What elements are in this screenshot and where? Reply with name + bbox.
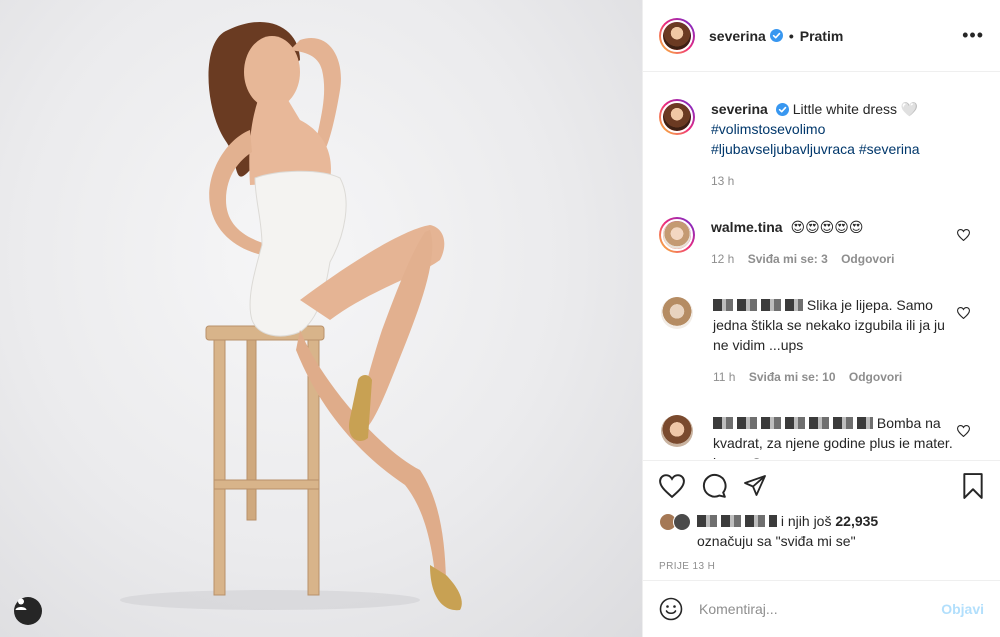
more-icon[interactable]: ••• bbox=[962, 25, 984, 46]
comment-avatar[interactable] bbox=[661, 415, 693, 447]
likes-summary: i njih još 22,935 označuju sa "sviđa mi … bbox=[659, 511, 984, 551]
comment-composer: Objavi bbox=[643, 580, 1000, 637]
caption: severina Little white dress 🤍 #volimstos… bbox=[659, 99, 984, 191]
caption-avatar[interactable] bbox=[659, 99, 695, 135]
post-header: severina • Pratim ••• bbox=[643, 0, 1000, 72]
share-icon[interactable] bbox=[743, 474, 767, 498]
comment-age[interactable]: 12 h bbox=[711, 252, 734, 266]
verified-badge-icon bbox=[769, 29, 783, 42]
author-avatar[interactable] bbox=[659, 17, 695, 54]
comment-item: Slika je lijepa. Samo jedna štikla se ne… bbox=[659, 295, 984, 387]
verified-badge-icon bbox=[775, 103, 789, 116]
hashtag[interactable]: #volimstosevolimo bbox=[711, 121, 825, 137]
comment-avatar[interactable] bbox=[661, 297, 693, 329]
user-tag-icon[interactable] bbox=[14, 597, 42, 625]
hashtag[interactable]: #ljubavseljubavljuvraca bbox=[711, 141, 855, 157]
author-username[interactable]: severina bbox=[709, 28, 766, 44]
caption-age[interactable]: 13 h bbox=[711, 174, 734, 188]
heart-icon[interactable] bbox=[957, 229, 970, 241]
reply-button[interactable]: Odgovori bbox=[841, 252, 894, 266]
hashtag[interactable]: #severina bbox=[859, 141, 920, 157]
caption-meta: 13 h bbox=[711, 171, 951, 191]
likes-line: označuju sa "sviđa mi se" bbox=[697, 533, 856, 549]
comment-meta: 12 h Sviđa mi se: 3 Odgovori bbox=[711, 249, 951, 269]
likes-count[interactable]: 22,935 bbox=[835, 513, 878, 529]
caption-text: Little white dress 🤍 bbox=[792, 101, 919, 117]
post-image[interactable] bbox=[0, 0, 642, 637]
caption-username[interactable]: severina bbox=[711, 101, 768, 117]
bookmark-icon[interactable] bbox=[962, 473, 984, 499]
redacted-username bbox=[713, 299, 803, 311]
heart-icon[interactable] bbox=[957, 307, 970, 319]
redacted-username bbox=[713, 417, 873, 429]
post-actions: i njih još 22,935 označuju sa "sviđa mi … bbox=[643, 460, 1000, 572]
post-details-panel: severina • Pratim ••• severina Little wh… bbox=[642, 0, 1000, 637]
heart-icon[interactable] bbox=[957, 425, 970, 437]
post-photo-illustration bbox=[120, 21, 462, 611]
post-comment-button[interactable]: Objavi bbox=[941, 601, 984, 617]
comments-list[interactable]: severina Little white dress 🤍 #volimstos… bbox=[643, 73, 1000, 459]
comment-avatar[interactable] bbox=[659, 217, 695, 253]
action-bar bbox=[659, 469, 984, 503]
separator-dot: • bbox=[788, 27, 794, 44]
heart-icon[interactable] bbox=[659, 474, 685, 498]
comment-item: walme.tina 😍😍😍😍😍 12 h Sviđa mi se: 3 Odg… bbox=[659, 217, 984, 269]
comment-text: 😍😍😍😍😍 bbox=[790, 219, 864, 235]
comment-like-count[interactable]: Sviđa mi se: 10 bbox=[749, 370, 836, 384]
comment-input[interactable] bbox=[699, 601, 942, 617]
emoji-icon[interactable] bbox=[659, 597, 683, 621]
comment-age[interactable]: 11 h bbox=[713, 370, 735, 384]
comment-like-count[interactable]: Sviđa mi se: 3 bbox=[748, 252, 828, 266]
reply-button[interactable]: Odgovori bbox=[849, 370, 902, 384]
likes-suffix: i njih još bbox=[780, 513, 832, 529]
comment-item: Bomba na kvadrat, za njene godine plus i… bbox=[659, 413, 984, 459]
comment-icon[interactable] bbox=[701, 473, 727, 499]
liker-avatars bbox=[659, 513, 691, 531]
redacted-liker bbox=[697, 515, 777, 527]
comment-username[interactable]: walme.tina bbox=[711, 219, 783, 235]
post-age[interactable]: PRIJE 13 H bbox=[659, 561, 984, 572]
comment-meta: 11 h Sviđa mi se: 10 Odgovori bbox=[713, 367, 953, 387]
follow-button[interactable]: Pratim bbox=[800, 28, 844, 44]
